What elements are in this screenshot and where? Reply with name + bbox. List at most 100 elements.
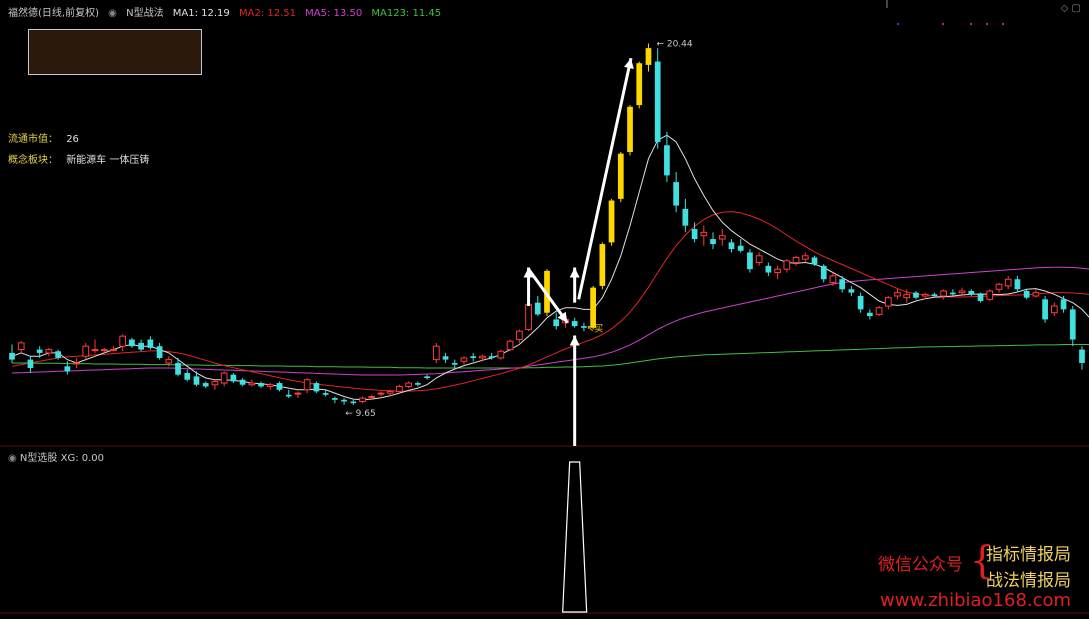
candle-body <box>341 399 347 402</box>
candle-body <box>91 349 99 352</box>
candle-body <box>958 290 966 294</box>
indicator-header: 福然德(日线,前复权) ◉ N型战法 MA1: 12.19 MA2: 12.51… <box>8 4 447 19</box>
candle-body <box>875 307 883 315</box>
candle-body <box>515 330 523 341</box>
candle-body <box>728 242 735 250</box>
sub-indicator-name[interactable]: N型选股 <box>20 453 57 464</box>
candle-body <box>913 292 919 298</box>
indicator-icon[interactable]: ◉ <box>108 8 117 19</box>
candle-body <box>415 383 421 385</box>
candle-body <box>664 145 670 176</box>
candle-body <box>755 255 763 263</box>
candle-body <box>211 380 219 386</box>
candle-body <box>682 208 689 226</box>
chart-stage: ← 20.44 ← 9.65 ↖买 <box>0 0 1089 615</box>
candle-body <box>442 356 449 360</box>
candle-body <box>571 321 578 327</box>
candle-body <box>940 290 947 297</box>
marker-dot <box>970 23 972 25</box>
sub-indicator-icon[interactable]: ◉ <box>8 453 17 464</box>
candle-body <box>313 383 320 392</box>
candle-body <box>497 350 505 359</box>
candle-body <box>36 349 43 353</box>
candle-body <box>931 294 938 296</box>
candle-body <box>636 63 643 106</box>
ma1-readout: MA1: 12.19 <box>172 8 230 19</box>
candle-body <box>479 355 486 359</box>
candle-body <box>202 383 209 387</box>
candle-body <box>470 356 477 358</box>
candle-body <box>285 394 292 397</box>
arrow-up-2-head <box>569 267 580 278</box>
concept-value: 新能源车 一体压铸 <box>66 155 150 166</box>
ma123-readout: MA123: 11.45 <box>371 8 442 19</box>
sub-indicator-header: ◉ N型选股 XG: 0.00 <box>8 449 104 464</box>
candle-body <box>645 48 652 65</box>
candle-body <box>1079 349 1085 363</box>
candle-body <box>968 290 975 295</box>
candle-body <box>590 287 596 328</box>
candle-body <box>1004 278 1012 287</box>
candle-body <box>710 239 716 245</box>
candle-body <box>1032 292 1040 297</box>
candle-body <box>239 379 246 385</box>
candle-body <box>921 293 929 297</box>
float-cap-row: 流通市值： 26 <box>8 130 79 145</box>
marker-dot <box>1002 23 1004 25</box>
float-cap-value: 26 <box>66 134 79 145</box>
buy-label: ↖买 <box>587 323 604 334</box>
candle-body <box>377 392 385 395</box>
candle-body <box>119 335 127 347</box>
candle-body <box>147 339 154 348</box>
stock-name: 福然德(日线,前复权) <box>8 8 99 19</box>
window-controls[interactable]: ◇ ▢ <box>1061 3 1081 14</box>
candle-body <box>820 265 827 280</box>
candle-body <box>1023 290 1030 298</box>
ma1-line <box>11 134 1089 401</box>
candle-body <box>368 395 376 398</box>
concept-label: 概念板块： <box>8 155 58 166</box>
candle-body <box>322 393 329 395</box>
candle-body <box>783 260 791 270</box>
candle-body <box>27 359 34 368</box>
arrow-buy-signal-head <box>569 335 580 346</box>
indicator-name[interactable]: N型战法 <box>126 8 163 19</box>
candle-body <box>700 231 708 237</box>
candle-body <box>1069 309 1076 340</box>
candle-body <box>1042 299 1048 320</box>
candle-body <box>9 352 15 360</box>
candle-body <box>903 293 911 299</box>
candle-body <box>488 356 495 358</box>
candle-body <box>138 342 144 350</box>
candle-body <box>294 392 302 395</box>
candle-body <box>276 383 283 390</box>
candle-body <box>829 275 837 284</box>
watermark-url: www.zhibiao168.com <box>880 590 1072 611</box>
candle-body <box>995 283 1003 290</box>
candle-body <box>64 366 71 372</box>
candle-body <box>1060 299 1067 310</box>
candle-body <box>599 244 606 286</box>
candle-body <box>220 372 228 384</box>
candle-body <box>331 398 338 400</box>
candle-body <box>258 383 264 387</box>
ma5-readout: MA5: 13.50 <box>305 8 363 19</box>
candle-body <box>608 200 615 243</box>
candle-body <box>432 345 440 361</box>
candle-body <box>977 294 984 302</box>
watermark-name1: 指标情报局 <box>986 545 1071 565</box>
candle-body <box>654 61 661 142</box>
candle-body <box>792 256 800 263</box>
marker-dot <box>942 23 944 25</box>
marker-dot <box>897 23 899 25</box>
candle-body <box>424 376 430 379</box>
high-price-label: ← 20.44 <box>656 39 692 49</box>
candle-body <box>184 373 191 380</box>
candle-body <box>460 357 468 362</box>
candle-body <box>839 279 846 290</box>
candlestick-chart[interactable]: ← 20.44 ← 9.65 ↖买 <box>0 0 1089 615</box>
candle-body <box>525 303 532 330</box>
candle-body <box>45 349 53 354</box>
candle-body <box>165 359 173 364</box>
ma5-line <box>11 266 1089 376</box>
